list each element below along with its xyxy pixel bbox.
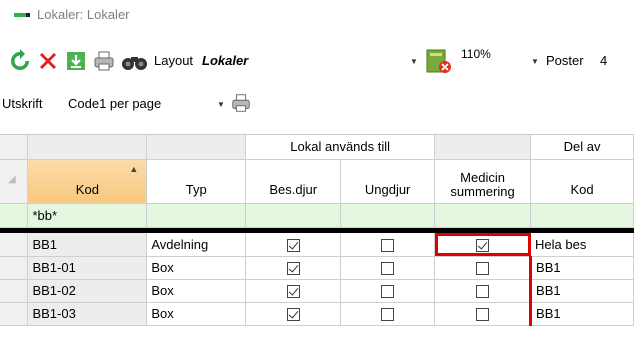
filter-kod-input[interactable]: *bb* [27, 203, 148, 228]
refresh-icon[interactable] [8, 49, 32, 73]
records-count: 4 [600, 53, 608, 68]
cell-typ[interactable]: Box [146, 302, 247, 326]
row-indicator-header: ◢ [0, 159, 29, 204]
delete-icon[interactable] [36, 49, 60, 73]
binoculars-icon[interactable] [120, 49, 150, 73]
sort-ascending-icon: ▲ [129, 163, 139, 174]
print-toolbar: Utskrift Code1 per page ▼ [0, 82, 634, 130]
cell-del-av-kod[interactable]: Hela bes [530, 233, 634, 257]
filter-bes-djur-input[interactable] [245, 203, 342, 228]
cell-del-av-kod[interactable]: BB1 [529, 279, 634, 303]
column-header-typ[interactable]: Typ [146, 159, 247, 204]
filter-del-av-kod-input[interactable] [530, 203, 634, 228]
cell-typ[interactable]: Box [146, 256, 247, 280]
table-row[interactable]: BB1-03 Box BB1 [0, 302, 634, 326]
medicin-checkbox[interactable] [476, 238, 490, 252]
print-icon[interactable] [92, 49, 116, 73]
ungdjur-checkbox[interactable] [381, 285, 395, 299]
main-toolbar: Layout Lokaler ▼ 110% ▼ Poster 4 [0, 44, 634, 80]
bes-djur-checkbox[interactable] [286, 285, 300, 299]
print-icon[interactable] [230, 92, 252, 114]
column-header-ungdjur[interactable]: Ungdjur [340, 159, 436, 204]
zoom-value[interactable]: 110% [461, 47, 491, 61]
app-logo-icon [14, 13, 30, 17]
row-indicator[interactable] [0, 233, 29, 257]
book-delete-icon[interactable] [424, 48, 452, 74]
cell-kod[interactable]: BB1-02 [27, 279, 148, 303]
layout-dropdown[interactable]: Lokaler [202, 53, 442, 73]
cell-kod[interactable]: BB1-03 [27, 302, 148, 326]
print-layout-dropdown[interactable]: Code1 per page [68, 96, 161, 111]
cell-typ[interactable]: Avdelning [146, 233, 247, 257]
column-header-del-av-kod[interactable]: Kod [530, 159, 634, 204]
zoom-dropdown-arrow-icon[interactable]: ▼ [531, 57, 539, 66]
print-dropdown-arrow-icon[interactable]: ▼ [217, 100, 225, 109]
group-header-del-av: Del av [530, 135, 634, 160]
table-row[interactable]: BB1-02 Box BB1 [0, 279, 634, 303]
layout-dropdown-arrow-icon[interactable]: ▼ [410, 57, 418, 66]
filter-ungdjur-input[interactable] [340, 203, 436, 228]
row-indicator[interactable] [0, 256, 29, 280]
title-bar: Lokaler: Lokaler [0, 0, 634, 30]
ungdjur-checkbox[interactable] [381, 308, 395, 322]
data-grid: Lokal används till Del av ◢ ▲ Kod Typ Be… [0, 134, 634, 357]
bes-djur-checkbox[interactable] [286, 262, 300, 276]
column-header-kod[interactable]: ▲ Kod [27, 159, 148, 204]
cell-typ[interactable]: Box [146, 279, 247, 303]
cell-kod[interactable]: BB1-01 [27, 256, 148, 280]
cell-del-av-kod[interactable]: BB1 [529, 256, 634, 280]
medicin-checkbox[interactable] [475, 262, 489, 276]
cell-del-av-kod[interactable]: BB1 [529, 302, 634, 326]
filter-typ-input[interactable] [146, 203, 247, 228]
download-icon[interactable] [64, 49, 88, 73]
table-row[interactable]: BB1-01 Box BB1 [0, 256, 634, 280]
row-indicator[interactable] [0, 302, 29, 326]
window-title: Lokaler: Lokaler [37, 7, 130, 22]
records-label: Poster [546, 53, 584, 68]
row-indicator[interactable] [0, 279, 29, 303]
column-header-medicin-summering[interactable]: Medicin summering [434, 159, 532, 204]
print-label: Utskrift [2, 96, 43, 111]
layout-label: Layout [154, 53, 194, 68]
column-header-bes-djur[interactable]: Bes.djur [245, 159, 342, 204]
bes-djur-checkbox[interactable] [286, 238, 300, 252]
filter-medicin-input[interactable] [434, 203, 532, 228]
filter-row: *bb* [0, 203, 634, 228]
row-indicator-header [0, 135, 29, 160]
medicin-checkbox[interactable] [475, 285, 489, 299]
ungdjur-checkbox[interactable] [381, 262, 395, 276]
ungdjur-checkbox[interactable] [381, 238, 395, 252]
medicin-checkbox[interactable] [475, 308, 489, 322]
cell-kod[interactable]: BB1 [27, 233, 148, 257]
bes-djur-checkbox[interactable] [286, 308, 300, 322]
group-header-lokal-anvands-till: Lokal används till [245, 135, 436, 160]
table-row[interactable]: BB1 Avdelning Hela bes [0, 233, 634, 257]
